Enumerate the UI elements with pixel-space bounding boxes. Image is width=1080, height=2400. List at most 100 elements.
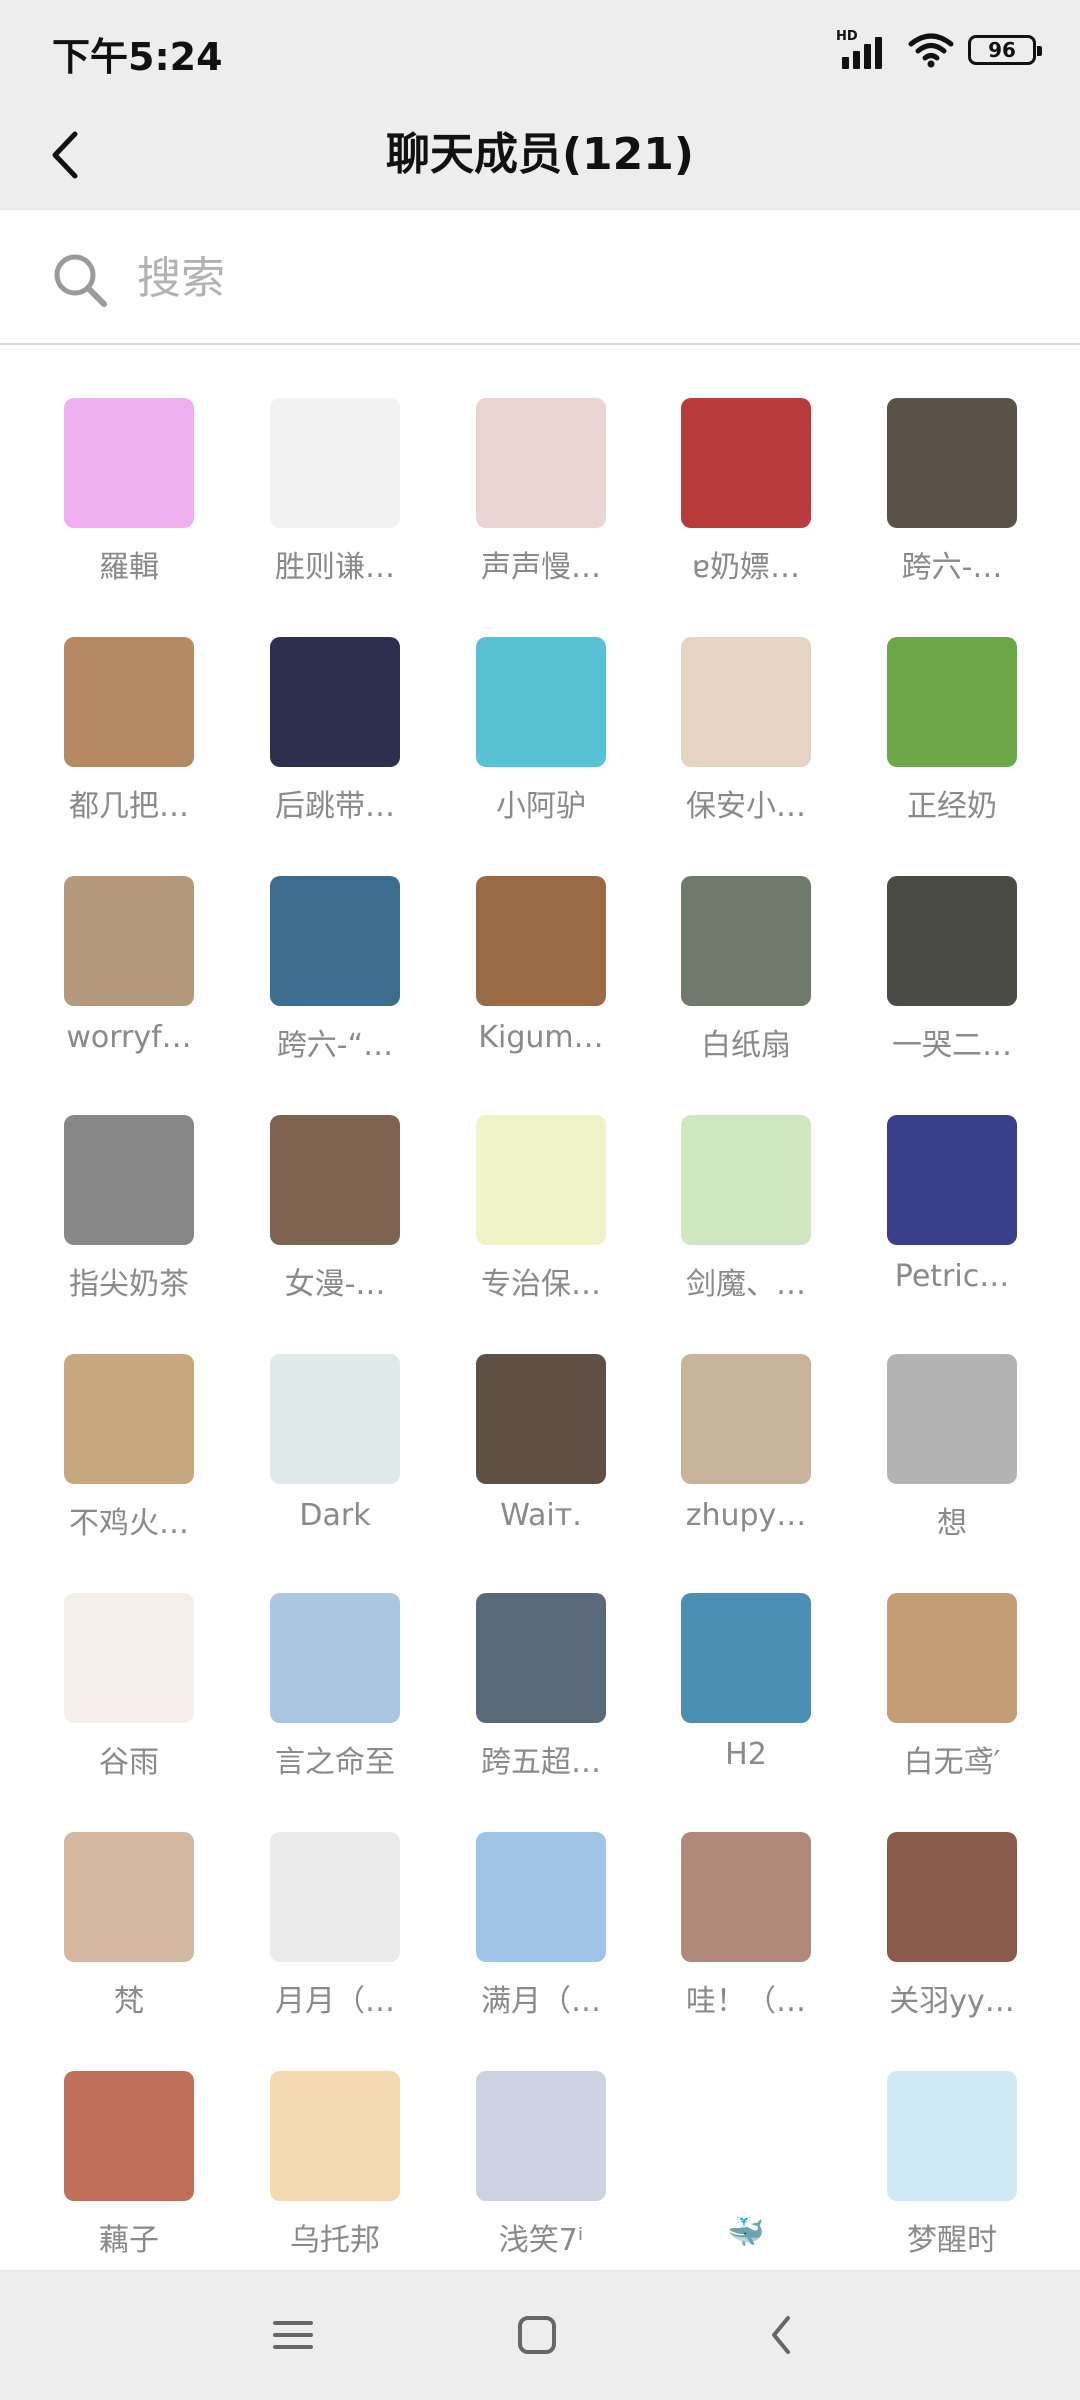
- member-item[interactable]: 谷雨: [25, 1593, 230, 1793]
- member-name: 不鸡火…: [69, 1506, 189, 1541]
- avatar[interactable]: [270, 1832, 400, 1962]
- member-name: 白无鸢′: [903, 1745, 1001, 1780]
- member-item[interactable]: 梵: [25, 1832, 230, 2032]
- member-item[interactable]: 胜则谦…: [231, 398, 436, 598]
- member-item[interactable]: 女漫-…: [231, 1115, 436, 1315]
- avatar[interactable]: [64, 1354, 194, 1484]
- member-item[interactable]: Kigum…: [437, 876, 642, 1076]
- member-name: 梵: [114, 1984, 144, 2019]
- avatar[interactable]: [64, 637, 194, 767]
- avatar[interactable]: [270, 398, 400, 528]
- avatar[interactable]: [476, 637, 606, 767]
- avatar[interactable]: [270, 637, 400, 767]
- avatar[interactable]: [270, 2071, 400, 2201]
- member-item[interactable]: 小阿驴: [437, 637, 642, 837]
- member-item[interactable]: 跨六-…: [848, 398, 1053, 598]
- avatar[interactable]: [476, 398, 606, 528]
- member-item[interactable]: 羅輯: [25, 398, 230, 598]
- member-item[interactable]: 跨五超…: [437, 1593, 642, 1793]
- avatar[interactable]: [681, 398, 811, 528]
- home-button[interactable]: [502, 2300, 572, 2370]
- member-item[interactable]: zhupy…: [642, 1354, 847, 1554]
- avatar[interactable]: [64, 1115, 194, 1245]
- network-label: HD: [836, 29, 858, 44]
- member-item[interactable]: 藕子: [25, 2071, 230, 2270]
- avatar[interactable]: [64, 398, 194, 528]
- menu-button[interactable]: [258, 2300, 328, 2370]
- member-item[interactable]: 正经奶: [848, 637, 1053, 837]
- member-item[interactable]: 🐳: [642, 2071, 847, 2270]
- avatar[interactable]: [681, 876, 811, 1006]
- avatar[interactable]: [887, 1115, 1017, 1245]
- avatar[interactable]: [887, 2071, 1017, 2201]
- member-item[interactable]: 保安小…: [642, 637, 847, 837]
- system-nav-bar: [0, 2270, 1080, 2400]
- member-item[interactable]: 白无鸢′: [848, 1593, 1053, 1793]
- avatar[interactable]: [681, 1354, 811, 1484]
- avatar[interactable]: [887, 876, 1017, 1006]
- avatar[interactable]: [887, 1593, 1017, 1723]
- avatar[interactable]: [887, 1354, 1017, 1484]
- member-item[interactable]: 浅笑7ⁱ: [437, 2071, 642, 2270]
- member-item[interactable]: 后跳带…: [231, 637, 436, 837]
- member-item[interactable]: 指尖奶茶: [25, 1115, 230, 1315]
- member-name: 羅輯: [99, 550, 159, 585]
- member-name: 声声慢…: [481, 550, 601, 585]
- avatar[interactable]: [887, 637, 1017, 767]
- home-icon: [518, 2316, 556, 2354]
- avatar[interactable]: [270, 876, 400, 1006]
- member-item[interactable]: H2: [642, 1593, 847, 1793]
- system-back-button[interactable]: [746, 2300, 816, 2370]
- member-name: Kigum…: [478, 1020, 604, 1055]
- member-item[interactable]: 哇！（…: [642, 1832, 847, 2032]
- member-name: 关羽yy…: [889, 1984, 1015, 2019]
- member-item[interactable]: 一哭二…: [848, 876, 1053, 1076]
- avatar[interactable]: [887, 398, 1017, 528]
- status-icons: HD 96: [836, 29, 1042, 70]
- avatar[interactable]: [476, 876, 606, 1006]
- avatar[interactable]: [887, 1832, 1017, 1962]
- member-item[interactable]: 白纸扇: [642, 876, 847, 1076]
- avatar[interactable]: [476, 1832, 606, 1962]
- member-item[interactable]: 关羽yy…: [848, 1832, 1053, 2032]
- member-item[interactable]: 剑魔、…: [642, 1115, 847, 1315]
- avatar[interactable]: [476, 1354, 606, 1484]
- member-name: 跨六-“…: [276, 1028, 394, 1063]
- member-item[interactable]: Petric…: [848, 1115, 1053, 1315]
- member-item[interactable]: 跨六-“…: [231, 876, 436, 1076]
- avatar[interactable]: [476, 1593, 606, 1723]
- search-input[interactable]: [135, 240, 1015, 316]
- member-name: 梦醒时: [907, 2223, 997, 2258]
- member-item[interactable]: 专治保…: [437, 1115, 642, 1315]
- member-item[interactable]: 言之命至: [231, 1593, 436, 1793]
- member-name: Dark: [299, 1498, 371, 1533]
- avatar[interactable]: [64, 876, 194, 1006]
- avatar[interactable]: [64, 2071, 194, 2201]
- member-item[interactable]: 乌托邦: [231, 2071, 436, 2270]
- signal-icon: HD: [836, 29, 894, 69]
- member-item[interactable]: 不鸡火…: [25, 1354, 230, 1554]
- member-item[interactable]: 想: [848, 1354, 1053, 1554]
- member-item[interactable]: ɐ奶嫖…: [642, 398, 847, 598]
- member-name: 藕子: [99, 2223, 159, 2258]
- member-item[interactable]: Dark: [231, 1354, 436, 1554]
- avatar[interactable]: [270, 1593, 400, 1723]
- member-item[interactable]: 月月（…: [231, 1832, 436, 2032]
- member-item[interactable]: 都几把…: [25, 637, 230, 837]
- member-item[interactable]: 声声慢…: [437, 398, 642, 598]
- avatar[interactable]: [681, 1593, 811, 1723]
- avatar[interactable]: [64, 1593, 194, 1723]
- avatar[interactable]: [681, 1115, 811, 1245]
- avatar[interactable]: [270, 1354, 400, 1484]
- member-item[interactable]: 梦醒时: [848, 2071, 1053, 2270]
- avatar[interactable]: [681, 637, 811, 767]
- avatar[interactable]: [681, 1832, 811, 1962]
- avatar[interactable]: [476, 1115, 606, 1245]
- avatar[interactable]: [681, 2071, 811, 2201]
- avatar[interactable]: [64, 1832, 194, 1962]
- member-item[interactable]: 满月（…: [437, 1832, 642, 2032]
- avatar[interactable]: [270, 1115, 400, 1245]
- member-item[interactable]: Waiт.: [437, 1354, 642, 1554]
- member-item[interactable]: worryf…: [25, 876, 230, 1076]
- avatar[interactable]: [476, 2071, 606, 2201]
